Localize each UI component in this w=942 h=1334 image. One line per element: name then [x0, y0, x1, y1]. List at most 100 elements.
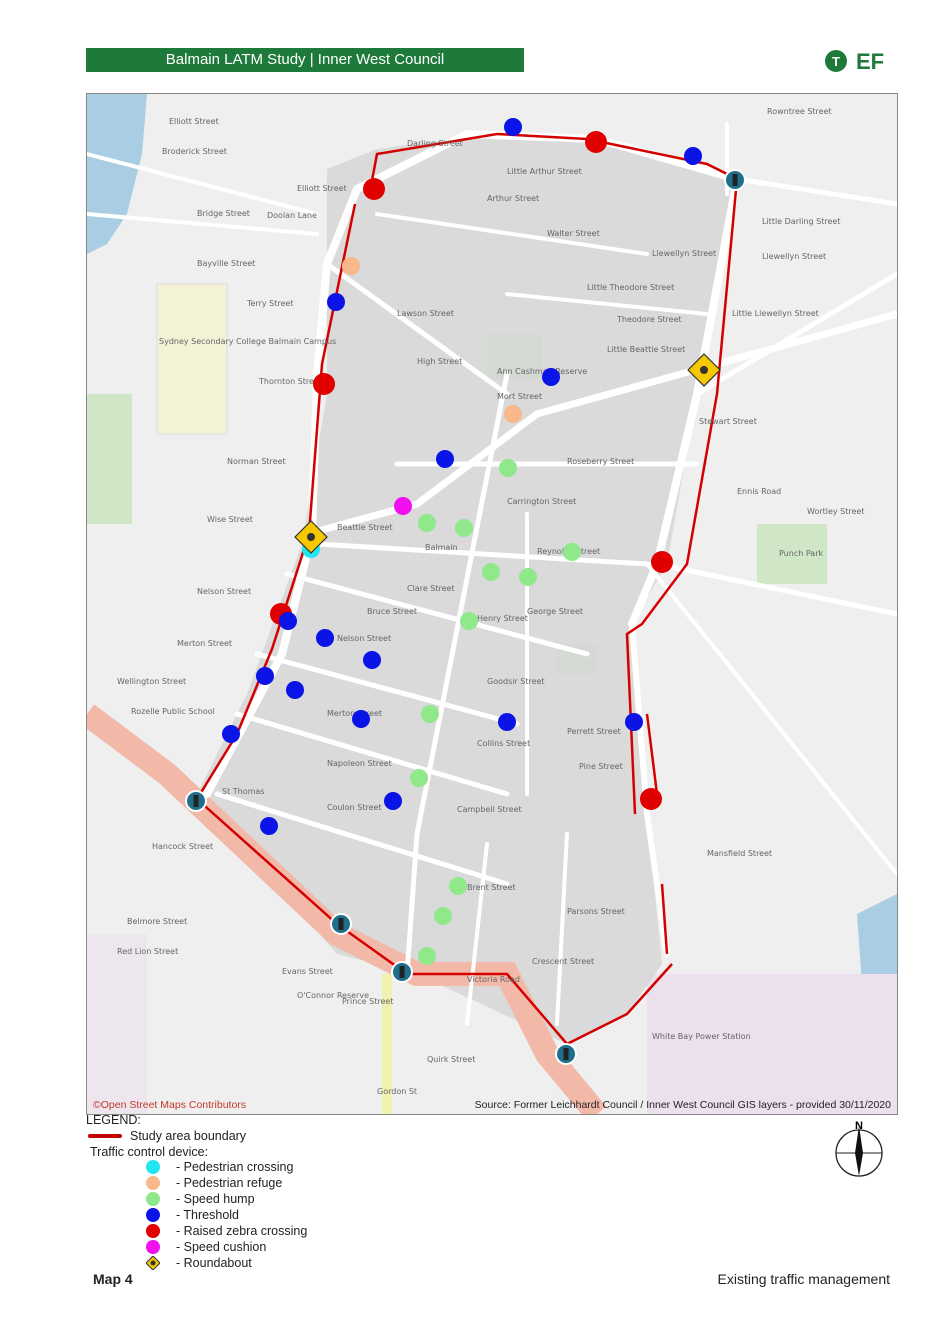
- speed-cushion-marker: [394, 497, 412, 515]
- street-label: Arthur Street: [487, 194, 539, 203]
- street-label: Nelson Street: [197, 587, 251, 596]
- map-number: Map 4: [93, 1271, 133, 1287]
- legend-title: LEGEND:: [86, 1113, 141, 1127]
- industrial-area: [87, 934, 147, 1114]
- pedestrian-refuge-marker: [342, 257, 360, 275]
- speed-hump-marker: [460, 612, 478, 630]
- data-source-note: Source: Former Leichhardt Council / Inne…: [474, 1099, 891, 1111]
- street-label: Brent Street: [467, 883, 516, 892]
- street-label: Rozelle Public School: [131, 707, 215, 716]
- threshold-marker: [436, 450, 454, 468]
- street-label: Clare Street: [407, 584, 455, 593]
- speed-hump-icon: [146, 1192, 160, 1206]
- report-title: Balmain LATM Study | Inner West Council: [165, 51, 445, 68]
- threshold-marker: [498, 713, 516, 731]
- street-label: Llewellyn Street: [762, 252, 826, 261]
- street-label: Bruce Street: [367, 607, 417, 616]
- street-label: Wellington Street: [117, 677, 186, 686]
- legend-device-heading-row: Traffic control device:: [90, 1145, 208, 1159]
- street-label: Victoria Road: [467, 975, 520, 984]
- threshold-marker: [256, 667, 274, 685]
- threshold-marker: [279, 612, 297, 630]
- svg-text:T: T: [832, 54, 840, 69]
- threshold-marker: [316, 629, 334, 647]
- raised-zebra-crossing-icon: [146, 1224, 160, 1238]
- speed-hump-marker: [434, 907, 452, 925]
- street-label: Red Lion Street: [117, 947, 178, 956]
- street-label: Beattie Street: [337, 523, 393, 532]
- threshold-marker: [286, 681, 304, 699]
- traffic-signal-body: [338, 918, 344, 930]
- legend-boundary-label: Study area boundary: [130, 1129, 247, 1143]
- legend-item-label: - Roundabout: [176, 1256, 252, 1270]
- street-label: Walter Street: [547, 229, 600, 238]
- street-label: Gordon St: [377, 1087, 417, 1096]
- speed-hump-marker: [455, 519, 473, 537]
- traffic-signal-body: [732, 174, 738, 186]
- street-label: Elliott Street: [169, 117, 219, 126]
- legend-item: - Speed cushion: [146, 1240, 266, 1254]
- street-label: Wortley Street: [807, 507, 865, 516]
- street-label: Terry Street: [246, 299, 293, 308]
- legend-item-label: - Pedestrian crossing: [176, 1160, 294, 1174]
- street-label: Campbell Street: [457, 805, 522, 814]
- raised-zebra-crossing-marker: [585, 131, 607, 153]
- street-label: Nelson Street: [337, 634, 391, 643]
- raised-zebra-crossing-marker: [363, 178, 385, 200]
- street-label: St Thomas: [222, 787, 264, 796]
- street-label: Bayville Street: [197, 259, 255, 268]
- legend-item-label: - Pedestrian refuge: [176, 1176, 283, 1190]
- street-label: Evans Street: [282, 967, 333, 976]
- street-label: Parsons Street: [567, 907, 625, 916]
- threshold-marker: [352, 710, 370, 728]
- legend-item: - Threshold: [146, 1208, 239, 1222]
- speed-hump-marker: [499, 459, 517, 477]
- map-caption: Existing traffic management: [717, 1271, 891, 1287]
- speed-hump-marker: [410, 769, 428, 787]
- pedestrian-crossing-icon: [146, 1160, 160, 1174]
- speed-hump-marker: [482, 563, 500, 581]
- water-area: [87, 94, 147, 254]
- street-label: Little Darling Street: [762, 217, 840, 226]
- street-label: Merton Street: [177, 639, 232, 648]
- threshold-marker: [363, 651, 381, 669]
- legend-item: - Raised zebra crossing: [146, 1224, 307, 1238]
- street-label: Mansfield Street: [707, 849, 772, 858]
- street-label: Collins Street: [477, 739, 530, 748]
- report-header: Balmain LATM Study | Inner West Council: [86, 48, 524, 72]
- legend-item-label: - Raised zebra crossing: [176, 1224, 308, 1238]
- legend-item: - Pedestrian crossing: [146, 1160, 293, 1174]
- street-label: Little Llewellyn Street: [732, 309, 819, 318]
- street-label: Hancock Street: [152, 842, 213, 851]
- traffic-signal-body: [563, 1048, 569, 1060]
- street-label: Roseberry Street: [567, 457, 634, 466]
- map-canvas: Elliott Street Broderick Street Elliott …: [87, 94, 897, 1114]
- speed-hump-marker: [563, 543, 581, 561]
- legend-item: - Roundabout: [146, 1256, 252, 1270]
- street-label: Ann Cashman Reserve: [497, 367, 587, 376]
- threshold-marker: [684, 147, 702, 165]
- street-label: Balmain: [425, 543, 458, 552]
- threshold-marker: [327, 293, 345, 311]
- roundabout-icon: [146, 1256, 160, 1270]
- street-label: Coulon Street: [327, 803, 382, 812]
- svg-text:EF: EF: [856, 49, 884, 74]
- street-label: Lawson Street: [397, 309, 454, 318]
- street-label: High Street: [417, 357, 462, 366]
- street-label: Goodsir Street: [487, 677, 545, 686]
- street-label: Carrington Street: [507, 497, 576, 506]
- street-label: Crescent Street: [532, 957, 594, 966]
- street-label: Stewart Street: [699, 417, 757, 426]
- street-label: Punch Park: [779, 549, 823, 558]
- threshold-marker: [625, 713, 643, 731]
- street-label: Quirk Street: [427, 1055, 475, 1064]
- study-area-map[interactable]: Elliott Street Broderick Street Elliott …: [86, 93, 898, 1115]
- street-label: Napoleon Street: [327, 759, 392, 768]
- raised-zebra-crossing-marker: [640, 788, 662, 810]
- legend-item-label: - Threshold: [176, 1208, 239, 1222]
- school-grounds: [156, 283, 228, 435]
- speed-hump-marker: [519, 568, 537, 586]
- street-label: Little Theodore Street: [587, 283, 674, 292]
- speed-hump-marker: [418, 947, 436, 965]
- street-label: Sydney Secondary College Balmain Campus: [159, 337, 336, 346]
